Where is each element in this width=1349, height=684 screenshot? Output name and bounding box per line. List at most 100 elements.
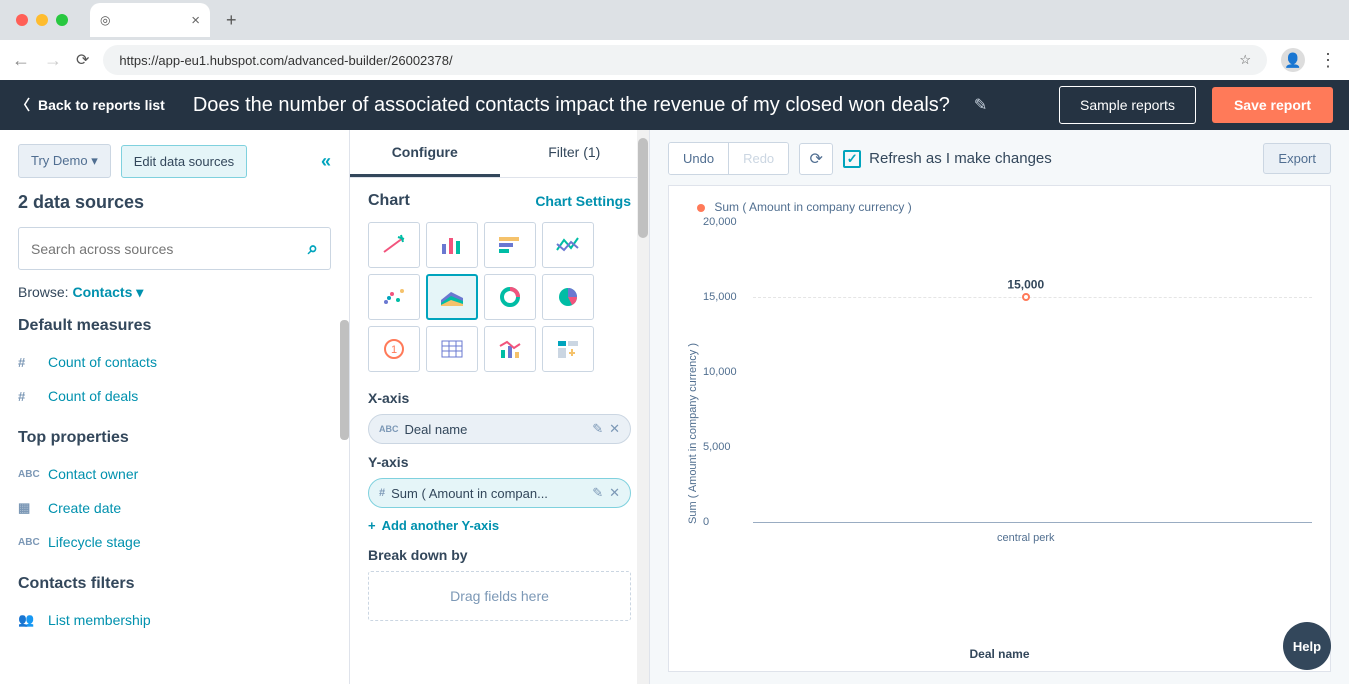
data-sources-heading: 2 data sources <box>18 192 331 213</box>
browse-label: Browse: <box>18 284 69 300</box>
data-point[interactable] <box>1022 293 1030 301</box>
tab-filter[interactable]: Filter (1) <box>500 130 650 177</box>
legend-label: Sum ( Amount in company currency ) <box>714 200 911 214</box>
chart-type-donut[interactable] <box>484 274 536 320</box>
hash-icon: # <box>379 487 385 499</box>
checkbox-checked-icon[interactable]: ✓ <box>843 150 861 168</box>
tab-favicon-icon: ◎ <box>100 13 110 27</box>
xaxis-line <box>753 522 1312 523</box>
browser-menu-icon[interactable]: ⋮ <box>1319 50 1337 71</box>
try-demo-button[interactable]: Try Demo ▾ <box>18 144 111 178</box>
edit-pill-icon[interactable]: ✎ <box>592 485 603 501</box>
preview-panel: Undo Redo ⟳ ✓ Refresh as I make changes … <box>650 130 1349 684</box>
edit-data-sources-button[interactable]: Edit data sources <box>121 145 247 178</box>
prop-contact-owner[interactable]: ABC Contact owner <box>18 457 331 491</box>
back-to-reports-link[interactable]: 〈 Back to reports list <box>16 95 165 115</box>
prop-count-deals[interactable]: # Count of deals <box>18 379 331 413</box>
app-header: 〈 Back to reports list Does the number o… <box>0 80 1349 130</box>
prop-create-date[interactable]: ▦ Create date <box>18 491 331 525</box>
chart-type-pie[interactable] <box>542 274 594 320</box>
export-button[interactable]: Export <box>1263 143 1331 174</box>
search-icon: ⌕ <box>308 238 318 259</box>
plus-icon: + <box>368 518 376 533</box>
chart-type-area[interactable] <box>426 274 478 320</box>
ytick: 15,000 <box>703 291 737 303</box>
breakdown-dropzone[interactable]: Drag fields here <box>368 571 631 621</box>
reload-icon[interactable]: ⟳ <box>76 50 89 70</box>
browser-chrome: ◎ × + ← → ⟳ https://app-eu1.hubspot.com/… <box>0 0 1349 80</box>
tab-configure[interactable]: Configure <box>350 130 500 177</box>
text-type-icon: ABC <box>18 537 38 548</box>
ytick: 5,000 <box>703 441 731 453</box>
prop-list-membership[interactable]: 👥 List membership <box>18 603 331 637</box>
close-tab-icon[interactable]: × <box>191 12 200 29</box>
svg-text:1: 1 <box>391 344 397 356</box>
configure-panel: Configure Filter (1) Chart Chart Setting… <box>350 130 650 684</box>
search-sources-input[interactable]: ⌕ <box>18 227 331 270</box>
edit-pill-icon[interactable]: ✎ <box>592 421 603 437</box>
yaxis-title: Sum ( Amount in company currency ) <box>687 343 699 524</box>
address-bar[interactable]: https://app-eu1.hubspot.com/advanced-bui… <box>103 45 1267 75</box>
xaxis-label: X-axis <box>368 390 631 406</box>
back-icon[interactable]: ← <box>12 50 30 71</box>
plot-area: 20,000 15,000 10,000 5,000 0 15,000 cent… <box>703 222 1312 645</box>
chart-type-grid: 1 <box>368 222 631 372</box>
new-tab-icon[interactable]: + <box>226 10 237 31</box>
gridline <box>753 297 1312 298</box>
remove-pill-icon[interactable]: ✕ <box>609 421 620 437</box>
caret-down-icon: ▾ <box>91 153 98 168</box>
chart-settings-link[interactable]: Chart Settings <box>535 193 631 209</box>
help-button[interactable]: Help <box>1283 622 1331 670</box>
remove-pill-icon[interactable]: ✕ <box>609 485 620 501</box>
text-type-icon: ABC <box>379 424 399 434</box>
auto-refresh-toggle[interactable]: ✓ Refresh as I make changes <box>843 150 1052 168</box>
browser-tab[interactable]: ◎ × <box>90 3 210 37</box>
profile-avatar-icon[interactable]: 👤 <box>1281 48 1305 72</box>
caret-down-icon: ▾ <box>136 284 143 300</box>
chart-type-bar-vertical[interactable] <box>426 222 478 268</box>
chart-type-table[interactable] <box>426 326 478 372</box>
chart-type-scatter[interactable] <box>368 274 420 320</box>
minimize-window-icon[interactable] <box>36 14 48 26</box>
chevron-left-icon: 〈 <box>16 95 30 115</box>
hash-icon: # <box>18 355 38 370</box>
close-window-icon[interactable] <box>16 14 28 26</box>
yaxis-field-pill[interactable]: # Sum ( Amount in compan... ✎ ✕ <box>368 478 631 508</box>
xaxis-field-name: Deal name <box>405 422 587 437</box>
sample-reports-button[interactable]: Sample reports <box>1059 86 1196 124</box>
yaxis-label: Y-axis <box>368 454 631 470</box>
ytick: 20,000 <box>703 216 737 228</box>
search-input-field[interactable] <box>31 241 308 257</box>
xaxis-field-pill[interactable]: ABC Deal name ✎ ✕ <box>368 414 631 444</box>
chart-type-line[interactable] <box>542 222 594 268</box>
edit-title-icon[interactable]: ✎ <box>974 95 987 115</box>
prop-lifecycle-stage[interactable]: ABC Lifecycle stage <box>18 525 331 559</box>
hash-icon: # <box>18 389 38 404</box>
undo-redo-group: Undo Redo <box>668 142 789 175</box>
chart-type-combo[interactable] <box>484 326 536 372</box>
undo-button[interactable]: Undo <box>669 143 729 174</box>
redo-button[interactable]: Redo <box>729 143 788 174</box>
chart-type-pivot[interactable] <box>542 326 594 372</box>
forward-icon[interactable]: → <box>44 50 62 71</box>
chart-type-kpi[interactable]: 1 <box>368 326 420 372</box>
collapse-panel-icon[interactable]: « <box>321 151 331 172</box>
section-default-measures: Default measures <box>18 317 331 335</box>
browse-dropdown[interactable]: Contacts ▾ <box>72 284 143 300</box>
maximize-window-icon[interactable] <box>56 14 68 26</box>
back-link-label: Back to reports list <box>38 97 165 113</box>
section-contacts-filters: Contacts filters <box>18 575 331 593</box>
legend-marker-icon <box>697 204 705 212</box>
xtick: central perk <box>997 532 1054 544</box>
prop-count-contacts[interactable]: # Count of contacts <box>18 345 331 379</box>
chart-type-bar-horizontal[interactable] <box>484 222 536 268</box>
save-report-button[interactable]: Save report <box>1212 87 1333 123</box>
browse-row: Browse: Contacts ▾ <box>18 284 331 301</box>
scrollbar-thumb[interactable] <box>340 320 349 440</box>
bookmark-icon[interactable]: ☆ <box>1239 52 1251 68</box>
add-yaxis-link[interactable]: + Add another Y-axis <box>368 518 631 533</box>
refresh-button[interactable]: ⟳ <box>799 143 833 175</box>
yaxis-field-name: Sum ( Amount in compan... <box>391 486 586 501</box>
scrollbar-thumb[interactable] <box>638 138 648 238</box>
chart-type-auto[interactable] <box>368 222 420 268</box>
